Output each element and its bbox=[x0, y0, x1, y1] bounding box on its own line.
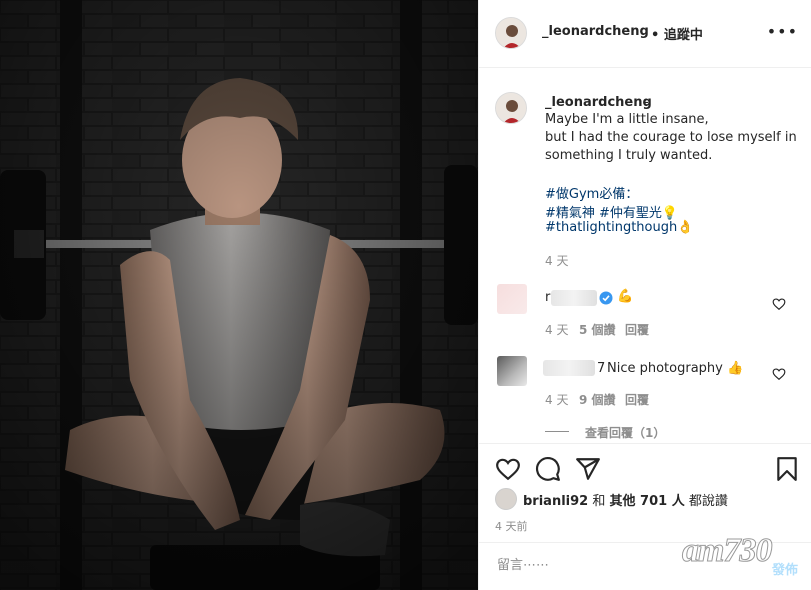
view-replies-button[interactable]: 查看回覆（1） bbox=[585, 424, 665, 441]
comment-like-heart-icon[interactable] bbox=[772, 297, 786, 311]
hashtag-line-1[interactable]: #做Gym必備： bbox=[545, 183, 638, 202]
view-replies-line bbox=[545, 431, 569, 432]
post-photo[interactable] bbox=[0, 0, 478, 590]
liker-username[interactable]: brianli92 bbox=[523, 494, 588, 509]
comment-time: 4 天 bbox=[545, 323, 569, 337]
comment-icon[interactable] bbox=[535, 456, 561, 482]
comment-likes-count[interactable]: 5 個讚 bbox=[579, 321, 616, 338]
post-image bbox=[0, 0, 478, 590]
heart-icon[interactable] bbox=[495, 456, 521, 482]
comment-text: Nice photography 👍 bbox=[607, 361, 744, 376]
caption-avatar[interactable] bbox=[495, 92, 527, 124]
comment-text: 💪 bbox=[617, 289, 634, 304]
caption-separator: - bbox=[644, 95, 649, 110]
post-details-panel: _leonardcheng • 追蹤中 ••• _leonardcheng - … bbox=[478, 0, 811, 590]
bookmark-icon[interactable] bbox=[774, 456, 800, 482]
header-username[interactable]: _leonardcheng bbox=[542, 24, 649, 39]
caption-line-2: but I had the courage to lose myself in bbox=[545, 130, 797, 145]
comment-username[interactable]: r bbox=[545, 290, 550, 305]
post-comment-button[interactable]: 發佈 bbox=[772, 559, 798, 578]
watermark-logo: am730 bbox=[681, 532, 772, 570]
caption-username[interactable]: _leonardcheng bbox=[545, 95, 652, 110]
hashtag-line-3[interactable]: #thatlightingthough👌 bbox=[545, 220, 693, 235]
comment-time: 4 天 bbox=[545, 393, 569, 407]
hashtag-line-2[interactable]: #精氣神 #仲有聖光💡 bbox=[545, 202, 678, 221]
blurred-username bbox=[543, 360, 595, 376]
comment-like-heart-icon[interactable] bbox=[772, 367, 786, 381]
liker-avatar[interactable] bbox=[495, 488, 517, 510]
comment-avatar[interactable] bbox=[497, 284, 527, 314]
comment-avatar[interactable] bbox=[497, 356, 527, 386]
caption-line-1: Maybe I'm a little insane, bbox=[545, 112, 709, 127]
share-icon[interactable] bbox=[575, 456, 601, 482]
caption-time: 4 天 bbox=[545, 254, 569, 268]
post-header: _leonardcheng • 追蹤中 ••• bbox=[479, 0, 811, 68]
likes-and: 和 bbox=[592, 494, 606, 509]
post-timestamp: 4 天前 bbox=[495, 520, 528, 533]
comment-username[interactable]: 7 bbox=[597, 361, 605, 376]
comment-reply-button[interactable]: 回覆 bbox=[625, 321, 649, 338]
likes-others-count[interactable]: 其他 701 人 bbox=[610, 494, 685, 509]
verified-icon bbox=[599, 291, 613, 305]
caption-line-3: something I truly wanted. bbox=[545, 148, 713, 163]
likes-summary[interactable]: brianli92 和 其他 701 人 都說讚 bbox=[523, 490, 728, 509]
comment-likes-count[interactable]: 9 個讚 bbox=[579, 391, 616, 408]
more-options-icon[interactable]: ••• bbox=[767, 22, 798, 41]
comment-reply-button[interactable]: 回覆 bbox=[625, 391, 649, 408]
blurred-username bbox=[551, 290, 597, 306]
header-avatar[interactable] bbox=[495, 17, 527, 49]
follow-status-button[interactable]: • 追蹤中 bbox=[651, 24, 703, 43]
likes-suffix: 都說讚 bbox=[688, 494, 728, 509]
